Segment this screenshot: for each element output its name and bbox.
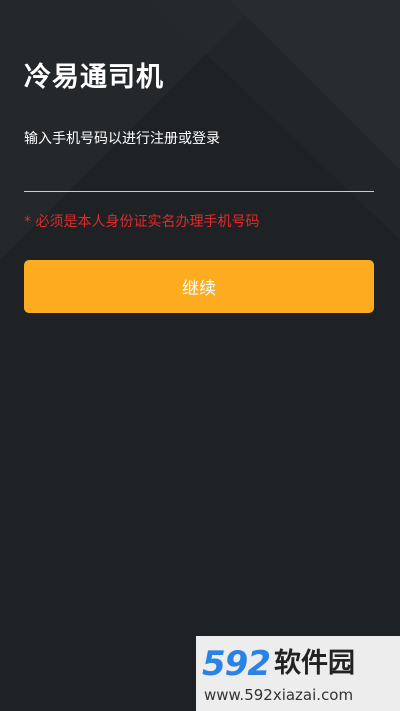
id-requirement-notice: * 必须是本人身份证实名办理手机号码 bbox=[24, 214, 260, 230]
login-screen: 冷易通司机 输入手机号码以进行注册或登录 * 必须是本人身份证实名办理手机号码 … bbox=[0, 0, 400, 711]
login-subtitle: 输入手机号码以进行注册或登录 bbox=[24, 131, 220, 147]
watermark-logo-text: 软件园 bbox=[273, 648, 355, 679]
phone-input[interactable] bbox=[24, 156, 374, 192]
watermark: 592 软件园 www.592xiazai.com bbox=[196, 636, 400, 711]
continue-button[interactable]: 继续 bbox=[24, 260, 374, 313]
app-title: 冷易通司机 bbox=[24, 62, 164, 93]
watermark-url: www.592xiazai.com bbox=[204, 686, 354, 704]
watermark-logo-number: 592 bbox=[202, 644, 271, 684]
watermark-logo: 592 软件园 bbox=[202, 646, 355, 682]
